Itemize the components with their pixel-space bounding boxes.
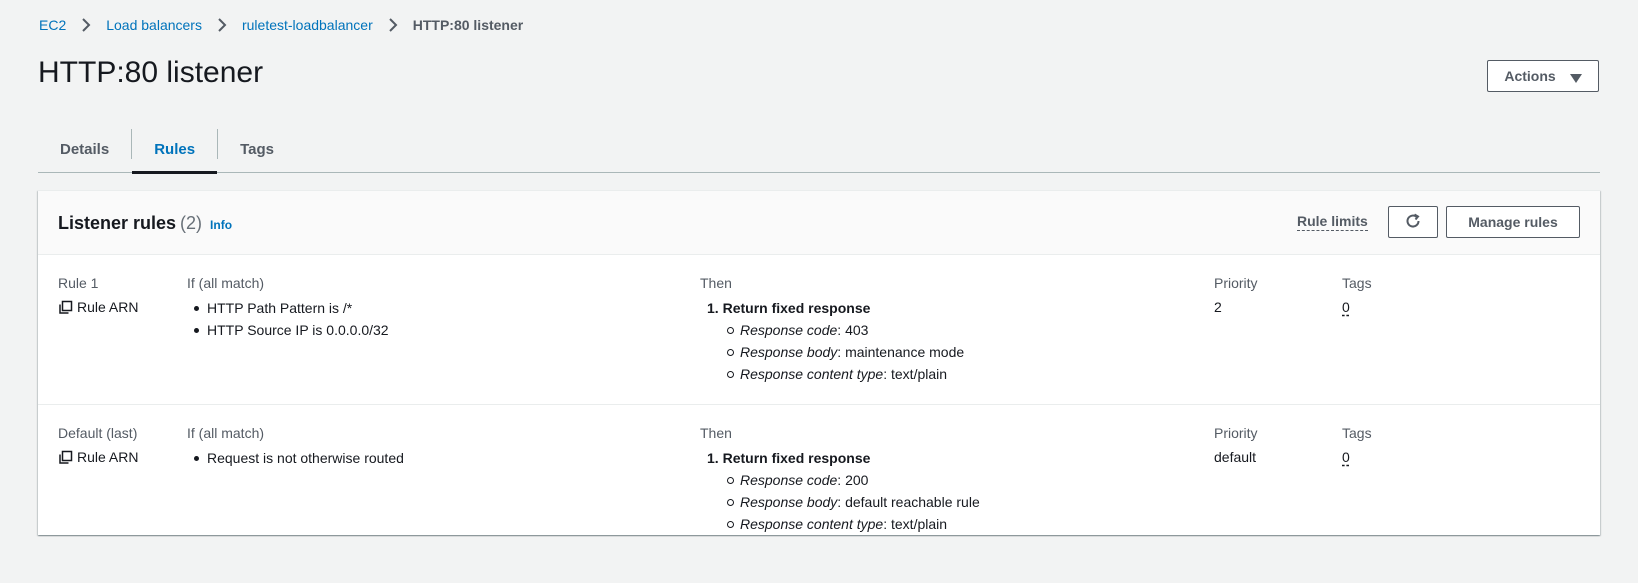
- copy-rule-arn[interactable]: Rule ARN: [58, 297, 138, 318]
- detail-key: Response code: [740, 472, 838, 488]
- action-number: 1.: [707, 300, 719, 316]
- copy-icon: [58, 300, 73, 315]
- table-row: Rule 1 Rule ARN If (all match) HTTP Path…: [38, 273, 1600, 405]
- rule-name: Rule 1: [58, 275, 99, 291]
- rule-arn-label: Rule ARN: [77, 449, 139, 465]
- detail-item: Response body: default reachable rule: [700, 491, 980, 513]
- detail-key: Response code: [740, 322, 838, 338]
- if-label: If (all match): [187, 275, 265, 291]
- action-number: 1.: [707, 450, 719, 466]
- then-label: Then: [700, 425, 732, 441]
- page-title: HTTP:80 listener: [38, 56, 264, 89]
- breadcrumb-ec2[interactable]: EC2: [39, 17, 66, 33]
- panel-title: Listener rules (2) Info: [58, 211, 232, 237]
- info-link[interactable]: Info: [210, 218, 232, 232]
- priority-cell: Priority 2: [1214, 273, 1258, 318]
- rule-arn-label: Rule ARN: [77, 299, 139, 315]
- breadcrumb-loadbalancer[interactable]: ruletest-loadbalancer: [242, 17, 373, 33]
- detail-value: : maintenance mode: [837, 344, 965, 360]
- chevron-right-icon: [211, 15, 233, 35]
- table-row: Default (last) Rule ARN If (all match) R…: [38, 405, 1600, 536]
- chevron-right-icon: [75, 15, 97, 35]
- priority-label: Priority: [1214, 425, 1258, 441]
- then-label: Then: [700, 275, 732, 291]
- tags-count-link[interactable]: 0: [1342, 297, 1350, 318]
- tags-label: Tags: [1342, 425, 1372, 441]
- action-title-text: Return fixed response: [722, 300, 871, 316]
- refresh-icon: [1405, 213, 1421, 232]
- condition-item: HTTP Source IP is 0.0.0.0/32: [187, 319, 389, 341]
- chevron-right-icon: [382, 15, 404, 35]
- detail-value: : text/plain: [883, 366, 948, 382]
- tags-cell: Tags 0: [1342, 273, 1372, 318]
- tab-bar: Details Rules Tags: [38, 126, 1600, 174]
- action-title: 1. Return fixed response: [700, 297, 964, 319]
- detail-item: Response content type: text/plain: [700, 363, 964, 385]
- breadcrumb-current: HTTP:80 listener: [412, 17, 524, 33]
- rule-count: (2): [180, 213, 203, 233]
- priority-label: Priority: [1214, 275, 1258, 291]
- action-title: 1. Return fixed response: [700, 447, 980, 469]
- conditions-list: Request is not otherwise routed: [187, 447, 404, 469]
- actions-cell: Then 1. Return fixed response Response c…: [700, 273, 964, 385]
- rule-limits-link[interactable]: Rule limits: [1297, 213, 1368, 231]
- if-label: If (all match): [187, 425, 265, 441]
- actions-button[interactable]: Actions: [1487, 60, 1599, 92]
- priority-value: 2: [1214, 299, 1222, 315]
- actions-cell: Then 1. Return fixed response Response c…: [700, 423, 980, 535]
- detail-key: Response content type: [740, 366, 884, 382]
- tab-rules[interactable]: Rules: [132, 126, 217, 174]
- detail-key: Response body: [740, 344, 838, 360]
- action-details: Response code: 200 Response body: defaul…: [700, 469, 980, 535]
- conditions-list: HTTP Path Pattern is /* HTTP Source IP i…: [187, 297, 389, 341]
- conditions-cell: If (all match) Request is not otherwise …: [187, 423, 404, 469]
- tags-label: Tags: [1342, 275, 1372, 291]
- breadcrumb-load-balancers[interactable]: Load balancers: [106, 17, 202, 33]
- tags-cell: Tags 0: [1342, 423, 1372, 468]
- detail-key: Response body: [740, 494, 838, 510]
- conditions-cell: If (all match) HTTP Path Pattern is /* H…: [187, 273, 389, 341]
- detail-item: Response code: 200: [700, 469, 980, 491]
- detail-value: : 200: [837, 472, 869, 488]
- rule-name-cell: Rule 1 Rule ARN: [58, 273, 138, 318]
- copy-icon: [58, 450, 73, 465]
- refresh-button[interactable]: [1388, 206, 1438, 238]
- detail-item: Response body: maintenance mode: [700, 341, 964, 363]
- condition-item: HTTP Path Pattern is /*: [187, 297, 389, 319]
- copy-rule-arn[interactable]: Rule ARN: [58, 447, 138, 468]
- detail-value: : default reachable rule: [837, 494, 980, 510]
- priority-value: default: [1214, 449, 1257, 465]
- tab-tags[interactable]: Tags: [218, 126, 296, 173]
- tags-count-link[interactable]: 0: [1342, 447, 1350, 468]
- rule-name-cell: Default (last) Rule ARN: [58, 423, 138, 468]
- listener-rules-panel: Listener rules (2) Info Rule limits Manage…: [38, 190, 1600, 535]
- detail-value: : text/plain: [883, 516, 948, 532]
- detail-item: Response code: 403: [700, 319, 964, 341]
- caret-down-icon: [1569, 71, 1582, 83]
- breadcrumb: EC2 Load balancers ruletest-loadbalancer…: [39, 15, 523, 35]
- actions-label: Actions: [1504, 68, 1556, 84]
- action-details: Response code: 403 Response body: mainte…: [700, 319, 964, 385]
- tab-details[interactable]: Details: [38, 126, 131, 173]
- rule-name: Default (last): [58, 425, 138, 441]
- manage-rules-button[interactable]: Manage rules: [1446, 206, 1580, 238]
- detail-item: Response content type: text/plain: [700, 513, 980, 535]
- panel-header: Listener rules (2) Info Rule limits Manage…: [38, 191, 1600, 255]
- action-title-text: Return fixed response: [722, 450, 871, 466]
- priority-cell: Priority default: [1214, 423, 1258, 468]
- panel-title-text: Listener rules: [58, 213, 177, 233]
- condition-item: Request is not otherwise routed: [187, 447, 404, 469]
- detail-key: Response content type: [740, 516, 884, 532]
- detail-value: : 403: [837, 322, 869, 338]
